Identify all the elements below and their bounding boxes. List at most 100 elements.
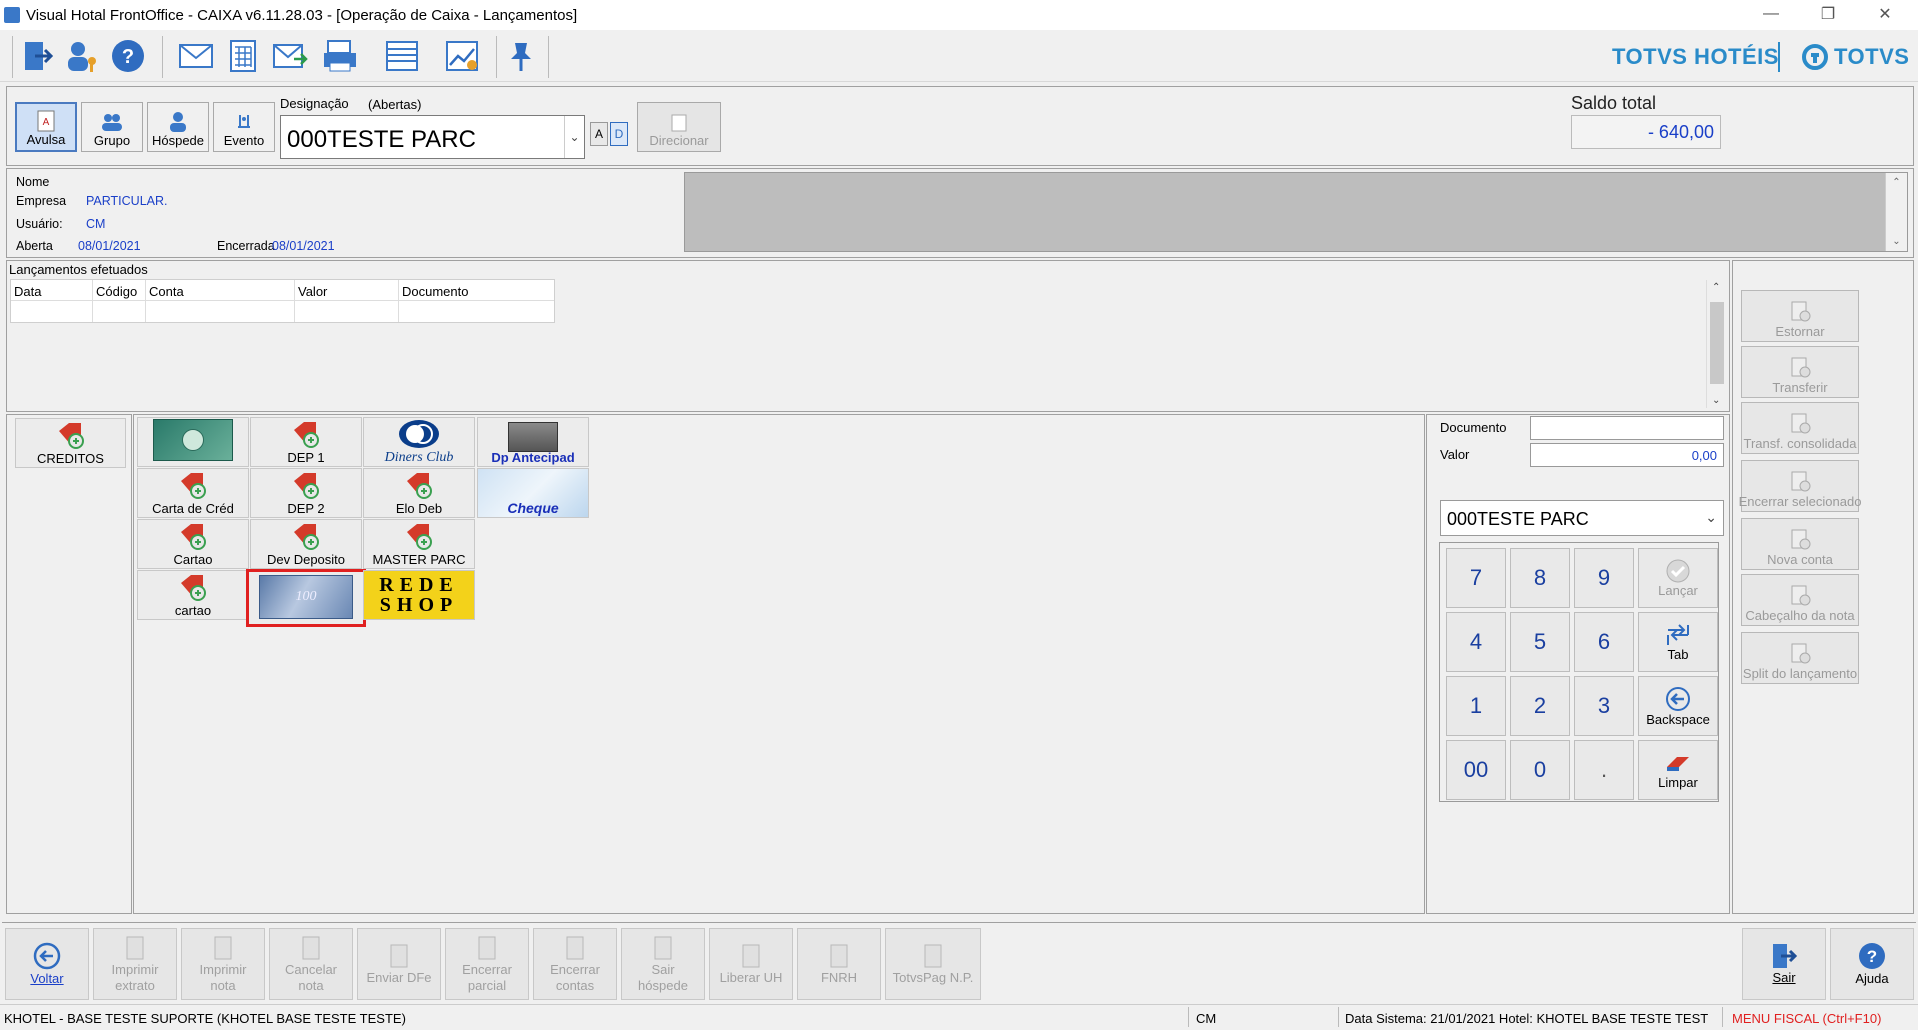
cheque-tile[interactable]: Cheque bbox=[477, 468, 589, 518]
encerrada-label: Encerrada bbox=[217, 239, 275, 253]
totvs-hoteis-logo: TOTVS HOTÉIS bbox=[1612, 44, 1779, 69]
send-mail-icon[interactable] bbox=[268, 34, 312, 78]
title-bar: Visual Hotal FrontOffice - CAIXA v6.11.2… bbox=[0, 0, 1918, 30]
designacao-select[interactable]: 000TESTE PARC ⌄ bbox=[280, 115, 585, 159]
close-button[interactable]: ✕ bbox=[1862, 0, 1908, 28]
keypad-key[interactable]: 0 bbox=[1510, 740, 1570, 800]
side-action-button[interactable]: Split do lançamento bbox=[1741, 632, 1859, 684]
documento-field[interactable] bbox=[1530, 416, 1724, 440]
chevron-down-icon: ⌄ bbox=[564, 116, 584, 158]
action-doc-icon bbox=[1791, 301, 1811, 322]
payment-tile[interactable]: Elo Deb bbox=[363, 468, 475, 518]
bottom-action-button[interactable]: TotvsPag N.P. bbox=[885, 928, 981, 1000]
keypad-key[interactable]: 6 bbox=[1574, 612, 1634, 672]
group-icon bbox=[102, 114, 122, 131]
creditos-button[interactable]: CREDITOS bbox=[15, 418, 126, 468]
bottom-action-button[interactable]: Imprimir nota bbox=[181, 928, 265, 1000]
side-action-button[interactable]: Cabeçalho da nota bbox=[1741, 574, 1859, 626]
amex-card-tile[interactable] bbox=[137, 417, 249, 467]
check-icon bbox=[1666, 559, 1690, 582]
printer-icon[interactable] bbox=[318, 34, 362, 78]
direct-doc-icon bbox=[671, 114, 687, 132]
tab-icon bbox=[1667, 623, 1689, 645]
sair-button[interactable]: Sair bbox=[1742, 928, 1826, 1000]
lancamentos-scrollbar[interactable]: ⌃ ⌄ bbox=[1706, 280, 1726, 408]
voltar-button[interactable]: Voltar bbox=[5, 928, 89, 1000]
totvs-logo: TOTVS bbox=[1802, 44, 1909, 70]
bottom-action-button[interactable]: Encerrar parcial bbox=[445, 928, 529, 1000]
account-select[interactable]: 000TESTE PARC ⌄ bbox=[1440, 500, 1724, 536]
dp-antecipad-tile[interactable]: Dp Antecipad bbox=[477, 417, 589, 467]
keypad-key[interactable]: 4 bbox=[1446, 612, 1506, 672]
payment-tile[interactable]: Carta de Créd bbox=[137, 468, 249, 518]
backspace-button[interactable]: Backspace bbox=[1638, 676, 1718, 736]
bottom-action-button[interactable]: Cancelar nota bbox=[269, 928, 353, 1000]
side-action-button[interactable]: Encerrar selecionado bbox=[1739, 460, 1861, 512]
payment-tile[interactable]: MASTER PARC bbox=[363, 519, 475, 569]
diners-club-tile[interactable]: Diners Club bbox=[363, 417, 475, 467]
keypad-key[interactable]: 7 bbox=[1446, 548, 1506, 608]
keypad-key[interactable]: 3 bbox=[1574, 676, 1634, 736]
category-column bbox=[6, 414, 132, 914]
bottom-action-button[interactable]: FNRH bbox=[797, 928, 881, 1000]
bottom-action-button[interactable]: Sair hóspede bbox=[621, 928, 705, 1000]
lancamentos-title: Lançamentos efetuados bbox=[9, 262, 148, 277]
restore-button[interactable]: ❐ bbox=[1805, 0, 1851, 28]
btn-a[interactable]: A bbox=[590, 122, 608, 146]
col-conta: Conta bbox=[149, 284, 184, 299]
pin-icon[interactable] bbox=[500, 34, 544, 78]
notes-area[interactable]: ⌃ ⌄ bbox=[684, 172, 1908, 252]
bottom-action-button[interactable]: Encerrar contas bbox=[533, 928, 617, 1000]
keypad-key[interactable]: 1 bbox=[1446, 676, 1506, 736]
tag-icon bbox=[294, 473, 319, 499]
chart-icon[interactable] bbox=[440, 34, 484, 78]
btn-d[interactable]: D bbox=[610, 122, 628, 146]
ajuda-button[interactable]: ? Ajuda bbox=[1830, 928, 1914, 1000]
action-doc-icon bbox=[830, 944, 848, 968]
exit-door-icon[interactable] bbox=[16, 34, 60, 78]
lancar-button[interactable]: Lançar bbox=[1638, 548, 1718, 608]
rede-shop-tile[interactable]: REDE SHOPREDESHOP bbox=[363, 570, 475, 620]
type-avulsa-button[interactable]: A Avulsa bbox=[15, 102, 77, 152]
tag-icon bbox=[181, 473, 206, 499]
calculator-icon[interactable] bbox=[222, 34, 266, 78]
bottom-action-button[interactable]: Imprimir extrato bbox=[93, 928, 177, 1000]
limpar-button[interactable]: Limpar bbox=[1638, 740, 1718, 800]
type-hospede-button[interactable]: Hóspede bbox=[147, 102, 209, 152]
bottom-action-button[interactable]: Enviar DFe bbox=[357, 928, 441, 1000]
lancamentos-table[interactable]: Data Código Conta Valor Documento bbox=[10, 279, 555, 323]
tab-button[interactable]: Tab bbox=[1638, 612, 1718, 672]
help-icon[interactable]: ? bbox=[106, 34, 150, 78]
credit-tag-icon bbox=[58, 423, 84, 449]
keypad-key[interactable]: 9 bbox=[1574, 548, 1634, 608]
direcionar-button[interactable]: Direcionar bbox=[637, 102, 721, 152]
money-tile[interactable]: 100 bbox=[246, 569, 366, 627]
keypad-key[interactable]: 8 bbox=[1510, 548, 1570, 608]
keypad-key[interactable]: 2 bbox=[1510, 676, 1570, 736]
valor-field[interactable]: 0,00 bbox=[1530, 443, 1724, 467]
minimize-button[interactable]: — bbox=[1748, 0, 1794, 28]
user-key-icon[interactable] bbox=[60, 34, 104, 78]
menu-fiscal-link[interactable]: MENU FISCAL (Ctrl+F10) bbox=[1732, 1011, 1881, 1026]
mail-icon[interactable] bbox=[174, 34, 218, 78]
notes-scrollbar[interactable]: ⌃ ⌄ bbox=[1885, 173, 1907, 251]
type-evento-button[interactable]: Evento bbox=[213, 102, 275, 152]
report-list-icon[interactable] bbox=[380, 34, 424, 78]
status-bar: KHOTEL - BASE TESTE SUPORTE (KHOTEL BASE… bbox=[0, 1004, 1918, 1030]
svg-text:?: ? bbox=[122, 46, 134, 68]
side-action-button[interactable]: Nova conta bbox=[1741, 518, 1859, 570]
side-action-button[interactable]: Transf. consolidada bbox=[1741, 402, 1859, 454]
side-action-button[interactable]: Estornar bbox=[1741, 290, 1859, 342]
keypad-key[interactable]: . bbox=[1574, 740, 1634, 800]
payment-tile[interactable]: Cartao bbox=[137, 519, 249, 569]
side-action-button[interactable]: Transferir bbox=[1741, 346, 1859, 398]
bottom-action-button[interactable]: Liberar UH bbox=[709, 928, 793, 1000]
type-grupo-button[interactable]: Grupo bbox=[81, 102, 143, 152]
payment-tile[interactable]: cartao bbox=[137, 570, 249, 620]
payment-tile[interactable]: Dev Deposito bbox=[250, 519, 362, 569]
keypad-key[interactable]: 5 bbox=[1510, 612, 1570, 672]
keypad-key[interactable]: 00 bbox=[1446, 740, 1506, 800]
payment-tile[interactable]: DEP 1 bbox=[250, 417, 362, 467]
tag-icon bbox=[407, 473, 432, 499]
payment-tile[interactable]: DEP 2 bbox=[250, 468, 362, 518]
